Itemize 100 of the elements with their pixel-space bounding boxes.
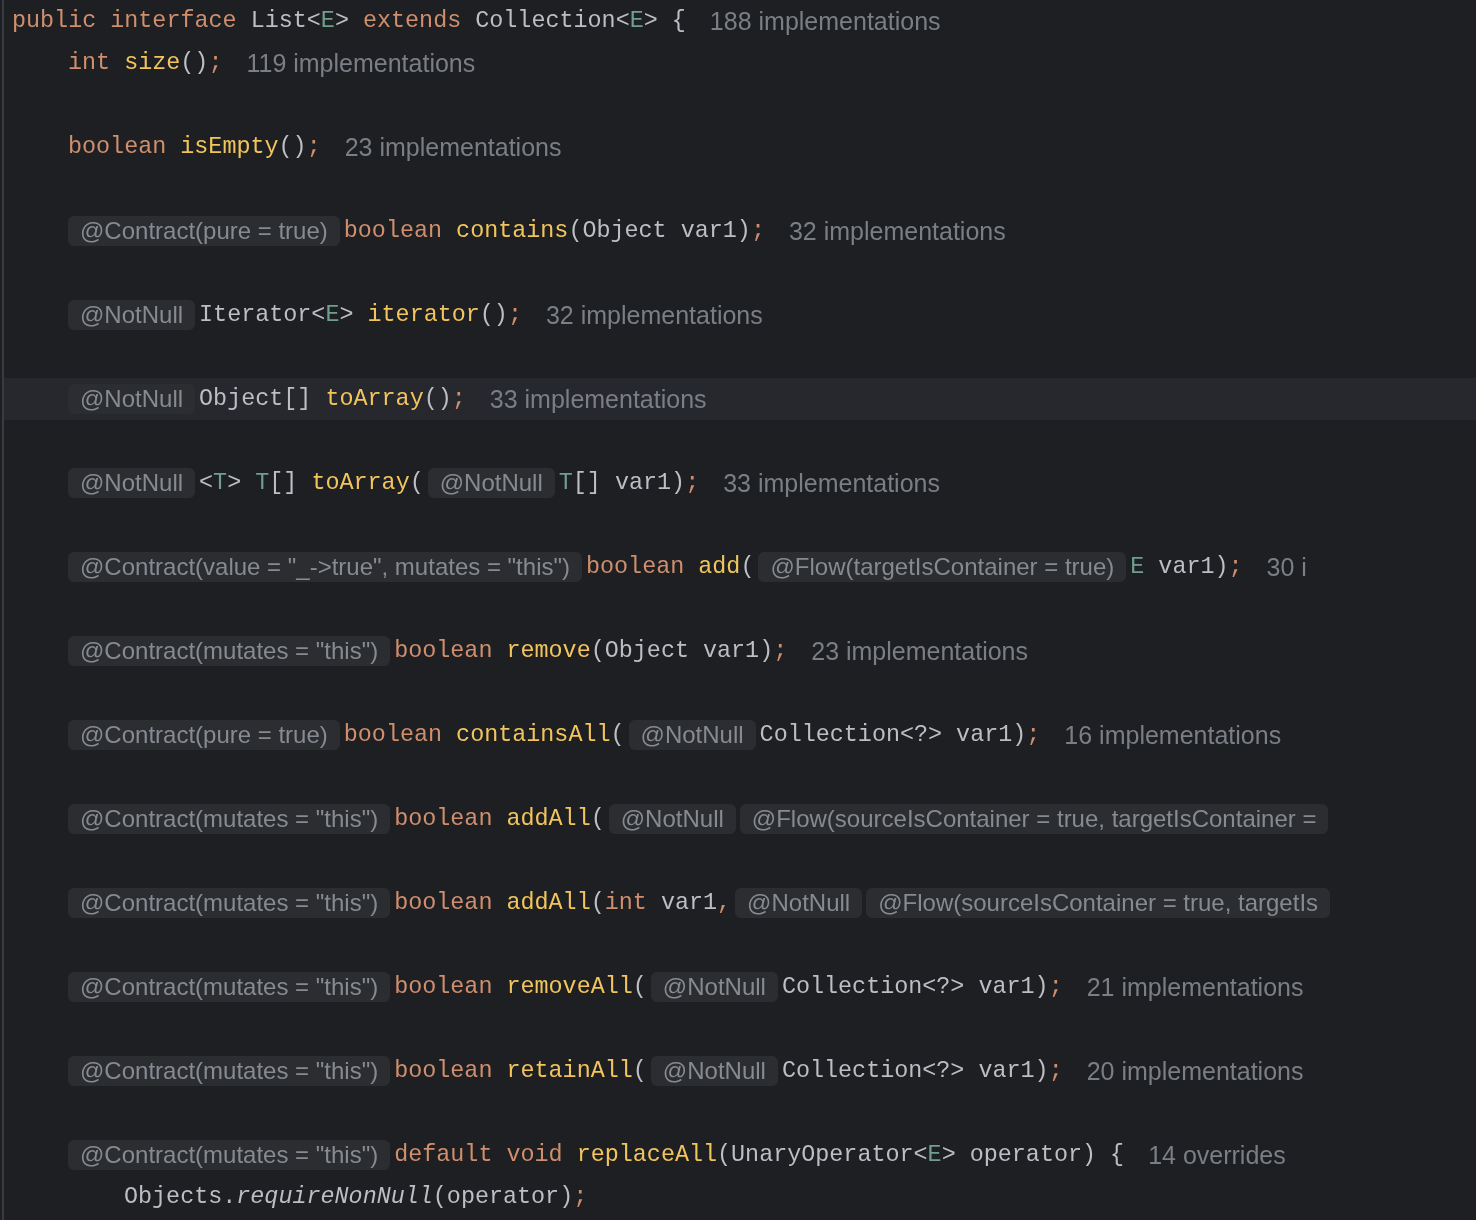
code-text: var1 [660,890,718,916]
annotation-hint[interactable]: @Contract(pure = true) [68,720,340,750]
code-punctuation: ; [1048,974,1063,1000]
code-punctuation: (operator) [432,1184,574,1210]
annotation-hint[interactable]: @NotNull [608,804,736,834]
code-punctuation: (Object var1) [568,218,751,244]
code-punctuation: > [339,302,355,328]
code-punctuation: var1) [1157,554,1229,580]
keyword: boolean [394,806,494,832]
annotation-hint[interactable]: @Contract(mutates = "this") [68,972,391,1002]
usage-hint[interactable]: 23 implementations [344,132,562,162]
code-punctuation: ( [590,890,605,916]
code-punctuation: > [227,470,243,496]
code-punctuation: ; [750,218,765,244]
code-punctuation: ( [590,806,605,832]
annotation-hint[interactable]: @NotNull [650,1056,778,1086]
code-text: Collection<?> var1) [781,974,1049,1000]
code-punctuation: () [479,302,508,328]
keyword: boolean [394,1058,494,1084]
method-name: addAll [506,806,591,832]
usage-hint[interactable]: 14 overrides [1148,1140,1286,1170]
keyword: boolean [343,218,444,244]
code-punctuation: ( [740,554,755,580]
code-punctuation: ; [1026,722,1041,748]
code-punctuation: ; [451,386,466,412]
annotation-hint[interactable]: @Contract(mutates = "this") [68,804,391,834]
method-name: add [698,554,741,580]
usage-hint[interactable]: 119 implementations [246,48,476,78]
usage-hint[interactable]: 188 implementations [709,6,941,36]
method-name: toArray [325,386,424,412]
code-punctuation: ( [632,1058,647,1084]
usage-hint[interactable]: 16 implementations [1064,720,1282,750]
type-parameter: E [325,302,340,328]
code-punctuation: () [180,50,209,76]
annotation-hint[interactable]: @NotNull [68,384,196,414]
annotation-hint[interactable]: @Contract(mutates = "this") [68,636,391,666]
usage-hint[interactable]: 32 implementations [788,216,1006,246]
method-name: retainAll [506,1058,633,1084]
code-punctuation: ; [1228,554,1243,580]
annotation-hint[interactable]: @NotNull [735,888,863,918]
annotation-hint[interactable]: @NotNull [650,972,778,1002]
code-punctuation: ; [1048,1058,1063,1084]
annotation-hint[interactable]: @Flow(sourceIsContainer = true, targetIsContainer = [739,804,1329,834]
code-punctuation: () [278,134,307,160]
method-name: isEmpty [180,134,279,160]
type-parameter: E [927,1142,942,1168]
annotation-hint[interactable]: @Flow(sourceIsContainer = true, targetIs [866,888,1331,918]
method-name: contains [456,218,569,244]
code-text: List [250,8,307,34]
code-text: Collection<?> var1) [759,722,1027,748]
method-name: toArray [311,470,410,496]
code-text: Objects. [124,1184,237,1210]
keyword: extends [362,8,463,34]
annotation-hint[interactable]: @Flow(targetIsContainer = true) [758,552,1127,582]
code-punctuation: (UnaryOperator< [717,1142,928,1168]
code-punctuation: ; [306,134,321,160]
type-parameter: T [255,470,270,496]
annotation-hint[interactable]: @NotNull [68,468,196,498]
usage-hint[interactable]: 30 i [1266,552,1307,582]
keyword: public interface [12,8,238,34]
usage-hint[interactable]: 33 implementations [723,468,940,498]
code-punctuation: < [199,470,214,496]
annotation-hint[interactable]: @Contract(pure = true) [68,216,340,246]
method-name: addAll [506,890,591,916]
keyword: boolean [68,134,168,160]
code-punctuation: < [306,8,321,34]
type-parameter: E [1130,554,1145,580]
type-parameter: T [213,470,228,496]
usage-hint[interactable]: 32 implementations [545,300,763,330]
code-text: Object[] [199,386,313,412]
code-punctuation: > operator) { [941,1142,1125,1168]
annotation-hint[interactable]: @Contract(mutates = "this") [68,1140,391,1170]
code-punctuation: (Object var1) [590,638,774,664]
code-text: Iterator [199,302,312,328]
method-name: iterator [367,302,480,328]
annotation-hint[interactable]: @NotNull [427,468,555,498]
method-name: replaceAll [576,1142,718,1168]
annotation-hint[interactable]: @Contract(value = "_->true", mutates = "this") [68,552,582,582]
type-parameter: E [629,8,644,34]
code-punctuation: () [423,386,452,412]
code-punctuation: ( [409,470,424,496]
keyword: boolean [586,554,686,580]
code-punctuation: ( [632,974,647,1000]
method-name: remove [506,638,591,664]
annotation-hint[interactable]: @Contract(mutates = "this") [68,1056,391,1086]
annotation-hint[interactable]: @NotNull [628,720,756,750]
usage-hint[interactable]: 33 implementations [489,384,707,414]
annotation-hint[interactable]: @Contract(mutates = "this") [68,888,391,918]
keyword: boolean [343,722,444,748]
code-punctuation: ; [507,302,522,328]
usage-hint[interactable]: 20 implementations [1086,1056,1304,1086]
code-punctuation: ; [773,638,788,664]
code-punctuation: [] var1) [572,470,686,496]
keyword: boolean [394,974,494,1000]
annotation-hint[interactable]: @NotNull [68,300,196,330]
keyword: default void [394,1142,564,1168]
code-punctuation: > [334,8,350,34]
usage-hint[interactable]: 21 implementations [1086,972,1304,1002]
usage-hint[interactable]: 23 implementations [811,636,1029,666]
keyword: boolean [394,890,494,916]
